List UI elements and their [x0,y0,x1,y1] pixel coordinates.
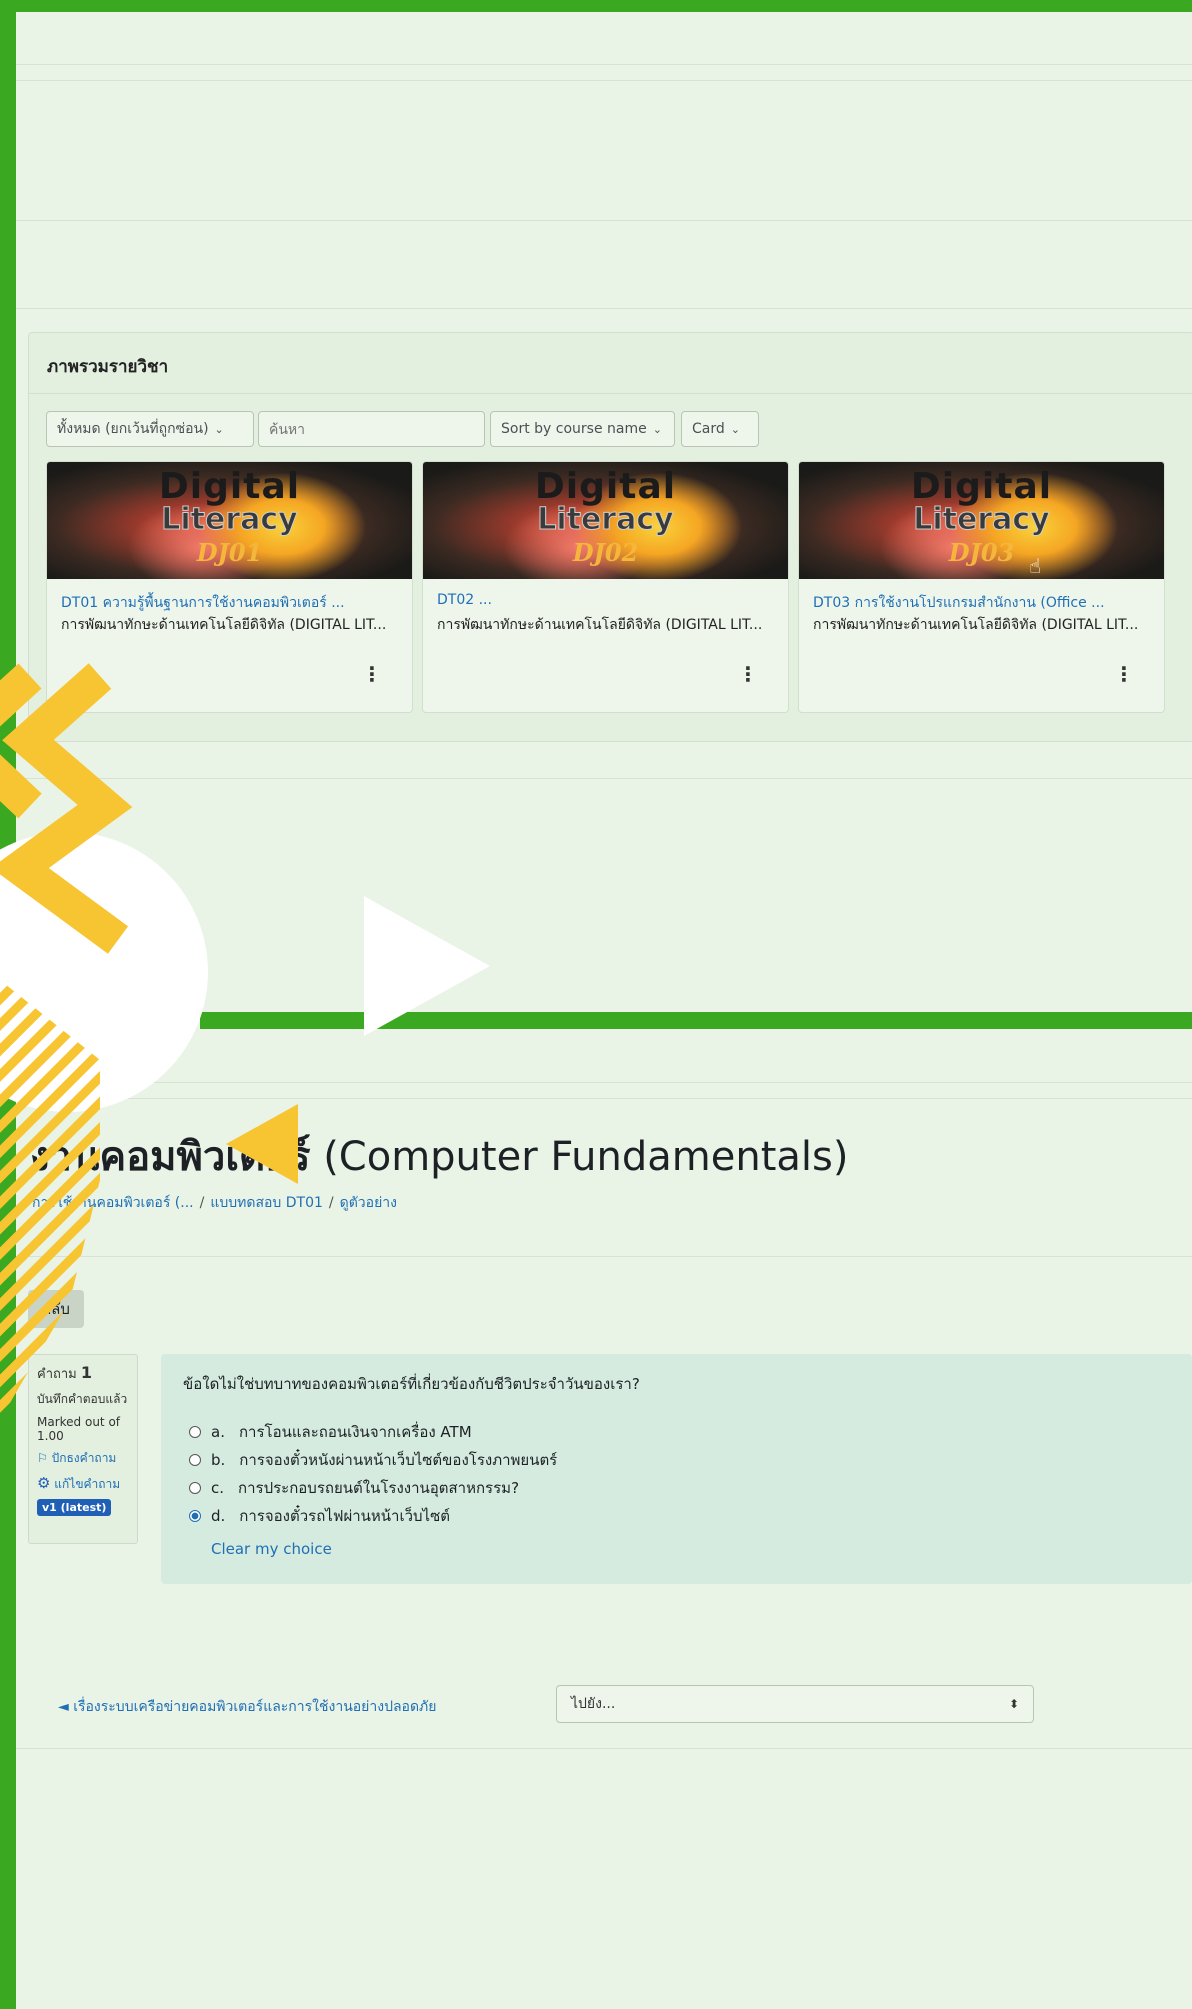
radio-button[interactable] [189,1482,201,1494]
view-label: Card [692,421,725,437]
hand-cursor-icon: ☝ [1029,554,1042,578]
radio-button[interactable] [189,1454,201,1466]
flag-icon: ⚐ [37,1451,48,1465]
breadcrumb-item[interactable]: การใช้งานคอมพิวเตอร์ (... [32,1195,194,1211]
jump-to-label: ไปยัง... [571,1696,616,1712]
answer-option-d[interactable]: d. การจองตั๋วรถไฟผ่านหน้าเว็บไซต์ [189,1504,450,1528]
course-category: การพัฒนาทักษะด้านเทคโนโลยีดิจิทัล (DIGIT… [813,617,1139,633]
divider [16,220,1192,221]
chevron-down-icon: ⌄ [730,423,740,436]
course-category: การพัฒนาทักษะด้านเทคโนโลยีดิจิทัล (DIGIT… [61,617,387,633]
course-image-title: Digital [534,466,677,507]
chevron-down-icon: ⌄ [652,423,662,436]
edit-question-link[interactable]: ⚙ แก้ไขคำถาม [37,1474,129,1494]
filter-dropdown[interactable]: ทั้งหมด (ยกเว้นที่ถูกซ่อน) ⌄ [46,411,254,447]
question-box: ข้อใดไม่ใช่บทบาทของคอมพิวเตอร์ที่เกี่ยวข… [161,1354,1192,1584]
course-card[interactable]: Digital Literacy DJ02 DT02 ... การพัฒนาท… [422,461,789,713]
frame-left-bar [0,0,16,2009]
page-title-thai: งานคอมพิวเตอร์ [30,1134,311,1180]
option-text: การจองตั๋วหนังผ่านหน้าเว็บไซต์ของโรงภาพย… [239,1451,558,1469]
kebab-menu-icon[interactable]: ⋮ [738,662,758,686]
radio-button-selected[interactable] [189,1510,201,1522]
breadcrumb: การใช้งานคอมพิวเตอร์ (... / แบบทดสอบ DT01/… [32,1195,397,1211]
back-button[interactable]: กลับ [28,1290,84,1328]
course-name-link[interactable]: DT03 การใช้งานโปรแกรมสำนักงาน (Office ..… [813,592,1148,614]
previous-activity-link[interactable]: ◄ เรื่องระบบเครือข่ายคอมพิวเตอร์และการใช… [58,1696,436,1718]
chevron-down-icon: ⌄ [214,423,224,436]
course-card[interactable]: Digital Literacy DJ01 DT01 ความรู้พื้นฐา… [46,461,413,713]
search-input[interactable] [258,411,485,447]
course-image-subtitle: Literacy [537,502,674,538]
course-image-title: Digital [910,466,1053,507]
option-text: การจองตั๋วรถไฟผ่านหน้าเว็บไซต์ [239,1507,451,1525]
kebab-menu-icon[interactable]: ⋮ [1114,662,1134,686]
divider [16,64,1192,65]
question-number: 1 [80,1363,93,1382]
option-letter: d. [211,1507,226,1525]
course-name-link[interactable]: DT02 ... [437,592,772,608]
option-letter: a. [211,1423,225,1441]
kebab-menu-icon[interactable]: ⋮ [362,662,382,686]
divider [16,1098,1192,1099]
course-name-link[interactable]: DT01 ความรู้พื้นฐานการใช้งานคอมพิวเตอร์ … [61,592,396,614]
option-letter: b. [211,1451,226,1469]
divider [16,1082,1192,1083]
breadcrumb-item[interactable]: ดูตัวอย่าง [340,1195,397,1211]
option-text: การโอนและถอนเงินจากเครื่อง ATM [238,1423,472,1441]
course-category: การพัฒนาทักษะด้านเทคโนโลยีดิจิทัล (DIGIT… [437,617,763,633]
frame-top-bar [0,0,1192,12]
white-circle-shape [0,832,208,1112]
edit-question-label: แก้ไขคำถาม [54,1477,121,1491]
divider [16,80,1192,81]
course-image-code: DJ01 [196,538,263,567]
course-overview-panel: ภาพรวมรายวิชา ทั้งหมด (ยกเว้นที่ถูกซ่อน)… [28,332,1192,742]
option-letter: c. [211,1479,225,1497]
answer-option-b[interactable]: b. การจองตั๋วหนังผ่านหน้าเว็บไซต์ของโรงภา… [189,1448,557,1472]
course-image[interactable]: Digital Literacy DJ01 [47,462,412,579]
question-info-panel: คำถาม 1 บันทึกคำตอบแล้ว Marked out of 1.… [28,1354,138,1544]
answer-option-a[interactable]: a. การโอนและถอนเงินจากเครื่อง ATM [189,1420,472,1444]
sort-label: Sort by course name [501,421,647,437]
option-text: การประกอบรถยนต์ในโรงงานอุตสาหกรรม? [238,1479,520,1497]
course-image-subtitle: Literacy [913,502,1050,538]
breadcrumb-item[interactable]: แบบทดสอบ DT01 [210,1195,323,1211]
page-title-english: (Computer Fundamentals) [323,1134,849,1180]
flag-question-link[interactable]: ⚐ ปักธงคำถาม [37,1449,129,1468]
panel-title: ภาพรวมรายวิชา [47,357,169,377]
course-image[interactable]: Digital Literacy DJ03 ☝ [799,462,1164,579]
answer-option-c[interactable]: c. การประกอบรถยนต์ในโรงงานอุตสาหกรรม? [189,1476,519,1500]
course-card[interactable]: Digital Literacy DJ03 ☝ DT03 การใช้งานโป… [798,461,1165,713]
course-image[interactable]: Digital Literacy DJ02 [423,462,788,579]
question-marks: Marked out of 1.00 [37,1415,121,1443]
divider [16,308,1192,309]
question-status: บันทึกคำตอบแล้ว [37,1392,128,1406]
course-image-title: Digital [158,466,301,507]
frame-middle-bar [200,1012,1192,1029]
divider [16,1748,1192,1749]
question-text: ข้อใดไม่ใช่บทบาทของคอมพิวเตอร์ที่เกี่ยวข… [183,1375,640,1393]
course-image-code: DJ03 [948,538,1015,567]
select-arrows-icon: ⬍ [1008,1697,1019,1711]
filter-label: ทั้งหมด (ยกเว้นที่ถูกซ่อน) [57,421,209,437]
view-dropdown[interactable]: Card ⌄ [681,411,759,447]
divider [29,393,1192,394]
divider [16,1256,1192,1257]
clear-choice-link[interactable]: Clear my choice [211,1540,332,1558]
divider [16,778,1192,779]
gear-icon: ⚙ [37,1474,51,1492]
page-title: งานคอมพิวเตอร์ (Computer Fundamentals) [30,1124,848,1188]
course-image-subtitle: Literacy [161,502,298,538]
course-image-code: DJ02 [572,538,639,567]
version-badge: v1 (latest) [37,1499,112,1516]
question-label: คำถาม [37,1367,77,1382]
radio-button[interactable] [189,1426,201,1438]
jump-to-select[interactable]: ไปยัง... ⬍ [556,1685,1034,1723]
sort-dropdown[interactable]: Sort by course name ⌄ [490,411,675,447]
flag-question-label: ปักธงคำถาม [51,1451,117,1465]
